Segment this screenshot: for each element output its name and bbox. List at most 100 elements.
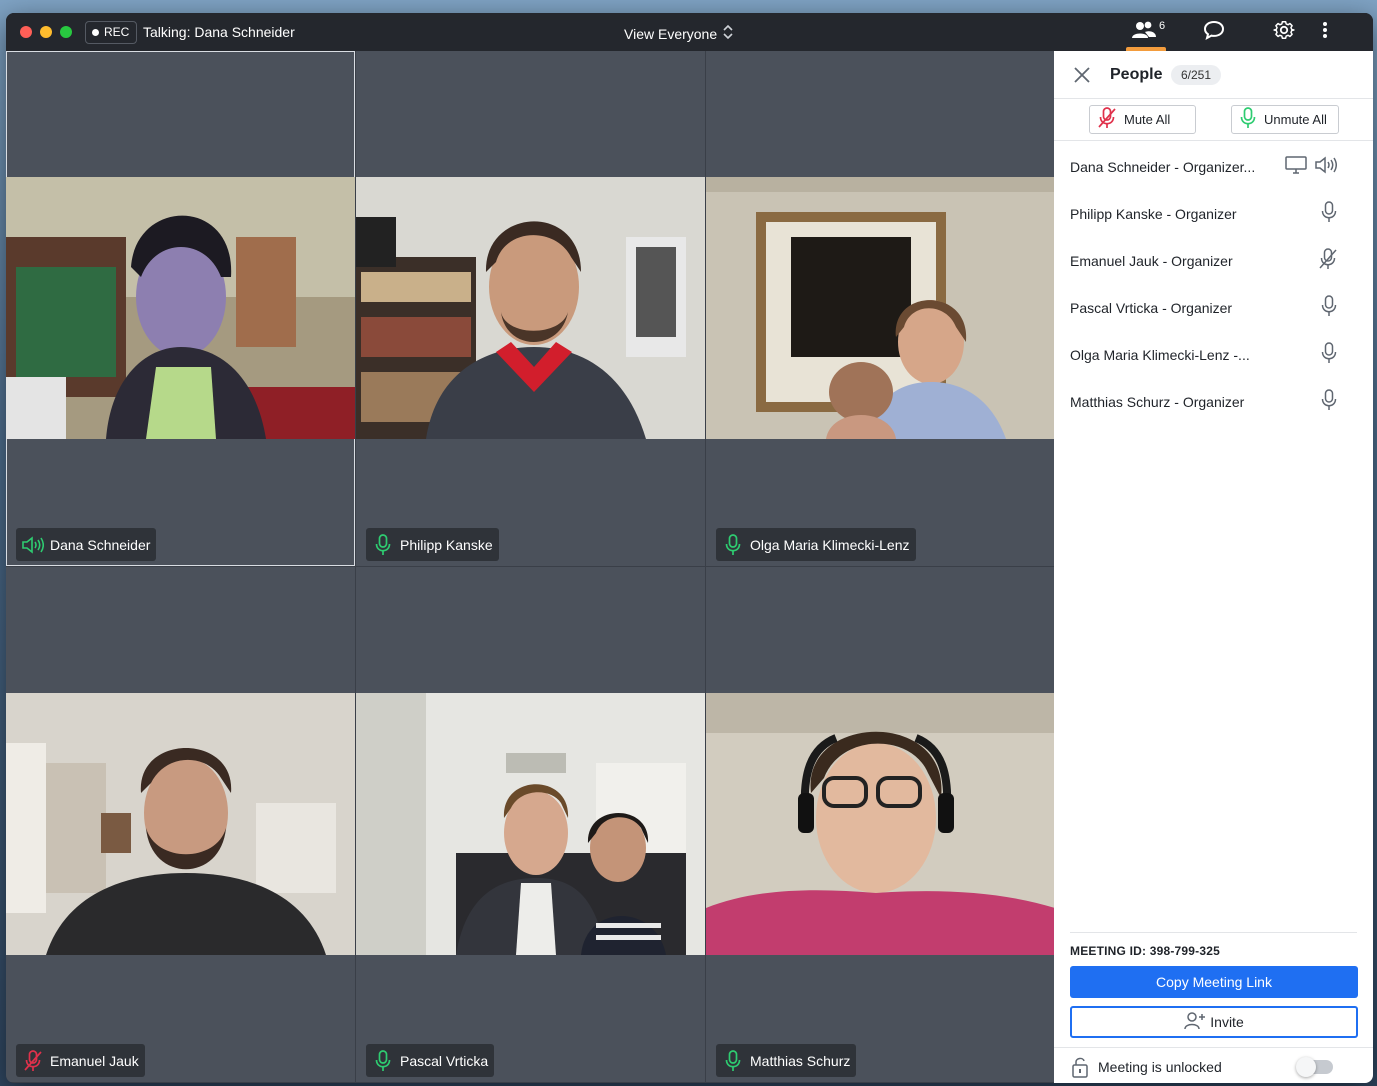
- participant-label: Emanuel Jauk - Organizer: [1070, 252, 1233, 269]
- video-tile[interactable]: Dana Schneider: [6, 51, 355, 566]
- microphone-muted-icon: [1319, 247, 1337, 273]
- minimize-window-button[interactable]: [40, 26, 52, 38]
- participant-name: Philipp Kanske: [400, 536, 493, 553]
- participant-label: Pascal Vrticka - Organizer: [1070, 299, 1233, 316]
- microphone-icon: [1321, 341, 1337, 367]
- people-icon: [1132, 20, 1156, 45]
- speaker-active-icon: [22, 534, 44, 556]
- copy-meeting-link-button[interactable]: Copy Meeting Link: [1070, 966, 1358, 998]
- participant-row[interactable]: Emanuel Jauk - Organizer: [1054, 237, 1373, 284]
- participant-name-tag: Dana Schneider: [16, 528, 157, 561]
- participant-video: [6, 693, 355, 955]
- video-grid: Dana Schneider Philipp Kanske Olga Maria…: [6, 51, 1055, 1083]
- vertical-ellipsis-icon: [1322, 21, 1328, 44]
- participant-status-icons: [1321, 200, 1337, 226]
- participant-video: [706, 177, 1055, 439]
- microphone-icon: [1321, 388, 1337, 414]
- settings-button[interactable]: [1273, 20, 1295, 44]
- participant-name-tag: Pascal Vrticka: [366, 1044, 495, 1077]
- mute-all-button[interactable]: Mute All: [1089, 105, 1196, 134]
- title-bar: REC Talking: Dana Schneider View Everyon…: [6, 13, 1373, 51]
- participant-label: Matthias Schurz - Organizer: [1070, 393, 1245, 410]
- panel-header: People 6/251: [1054, 51, 1373, 99]
- microphone-icon: [372, 533, 394, 556]
- participant-row[interactable]: Olga Maria Klimecki-Lenz -...: [1054, 331, 1373, 378]
- video-tile[interactable]: Matthias Schurz: [706, 567, 1055, 1082]
- microphone-muted-icon: [1098, 107, 1116, 132]
- gear-icon: [1273, 19, 1295, 46]
- participant-name: Olga Maria Klimecki-Lenz: [750, 536, 910, 553]
- meeting-lock-status: Meeting is unlocked: [1098, 1059, 1222, 1075]
- view-mode-label: View Everyone: [624, 25, 718, 42]
- participant-row[interactable]: Pascal Vrticka - Organizer: [1054, 284, 1373, 331]
- unmute-all-button[interactable]: Unmute All: [1231, 105, 1339, 134]
- video-tile[interactable]: Philipp Kanske: [356, 51, 705, 566]
- microphone-muted-icon: [22, 1049, 44, 1072]
- close-window-button[interactable]: [20, 26, 32, 38]
- microphone-icon: [722, 533, 744, 556]
- microphone-icon: [1240, 107, 1256, 132]
- participant-label: Dana Schneider - Organizer...: [1070, 158, 1256, 175]
- participant-name: Matthias Schurz: [750, 1052, 851, 1069]
- participant-video: [356, 177, 705, 439]
- microphone-icon: [1321, 294, 1337, 320]
- participant-name: Dana Schneider: [50, 536, 151, 553]
- participant-row[interactable]: Matthias Schurz - Organizer: [1054, 378, 1373, 425]
- microphone-icon: [1321, 200, 1337, 226]
- video-tile[interactable]: Emanuel Jauk: [6, 567, 355, 1082]
- chevron-up-down-icon: [723, 24, 733, 43]
- app-window: REC Talking: Dana Schneider View Everyon…: [6, 13, 1373, 1083]
- meeting-id: MEETING ID: 398-799-325: [1070, 944, 1220, 958]
- participant-status-icons: [1321, 388, 1337, 414]
- rec-label: REC: [104, 25, 130, 39]
- people-button[interactable]: 6: [1132, 20, 1165, 44]
- meeting-lock-row: Meeting is unlocked: [1054, 1047, 1373, 1083]
- more-options-button[interactable]: [1322, 20, 1328, 44]
- participant-row[interactable]: Philipp Kanske - Organizer: [1054, 190, 1373, 237]
- video-tile[interactable]: Pascal Vrticka: [356, 567, 705, 1082]
- zoom-window-button[interactable]: [60, 26, 72, 38]
- mute-all-label: Mute All: [1124, 112, 1171, 127]
- mute-controls: Mute All Unmute All: [1054, 99, 1373, 141]
- participant-video: [356, 693, 705, 955]
- people-count: 6: [1159, 20, 1166, 32]
- invite-button[interactable]: Invite: [1070, 1006, 1358, 1038]
- participant-list: Dana Schneider - Organizer... Philipp Ka…: [1054, 143, 1373, 425]
- unlock-icon: [1072, 1056, 1088, 1083]
- recording-indicator: REC: [85, 21, 138, 44]
- participant-video: [706, 693, 1055, 955]
- talking-status: Talking: Dana Schneider: [143, 24, 295, 40]
- participant-name-tag: Emanuel Jauk: [16, 1044, 145, 1077]
- chat-bubble-icon: [1203, 20, 1225, 45]
- meeting-lock-toggle[interactable]: [1296, 1057, 1333, 1077]
- video-tile[interactable]: Olga Maria Klimecki-Lenz: [706, 51, 1055, 566]
- toggle-knob: [1296, 1057, 1316, 1077]
- participant-name-tag: Olga Maria Klimecki-Lenz: [716, 528, 916, 561]
- participant-name-tag: Philipp Kanske: [366, 528, 499, 561]
- speaker-icon: [1315, 155, 1337, 177]
- participant-name-tag: Matthias Schurz: [716, 1044, 857, 1077]
- participant-label: Philipp Kanske - Organizer: [1070, 205, 1237, 222]
- participant-status-icons: [1321, 294, 1337, 320]
- microphone-icon: [372, 1049, 394, 1072]
- participant-video: [6, 177, 355, 439]
- view-mode-selector[interactable]: View Everyone: [624, 24, 733, 43]
- participant-status-icons: [1321, 341, 1337, 367]
- panel-title: People: [1110, 66, 1163, 83]
- close-icon: [1074, 67, 1090, 83]
- record-dot-icon: [92, 29, 99, 36]
- participant-name: Pascal Vrticka: [400, 1052, 489, 1069]
- invite-label: Invite: [1210, 1014, 1244, 1030]
- divider: [1070, 932, 1357, 933]
- participant-status-icons: [1285, 154, 1337, 178]
- microphone-icon: [722, 1049, 744, 1072]
- participant-row[interactable]: Dana Schneider - Organizer...: [1054, 143, 1373, 190]
- chat-button[interactable]: [1203, 20, 1225, 44]
- add-person-icon: [1184, 1011, 1206, 1033]
- screen-share-icon: [1285, 155, 1307, 177]
- participant-name: Emanuel Jauk: [50, 1052, 139, 1069]
- close-panel-button[interactable]: [1072, 65, 1092, 85]
- participant-count-badge: 6/251: [1171, 65, 1222, 85]
- participant-status-icons: [1319, 247, 1337, 273]
- participant-label: Olga Maria Klimecki-Lenz -...: [1070, 346, 1250, 363]
